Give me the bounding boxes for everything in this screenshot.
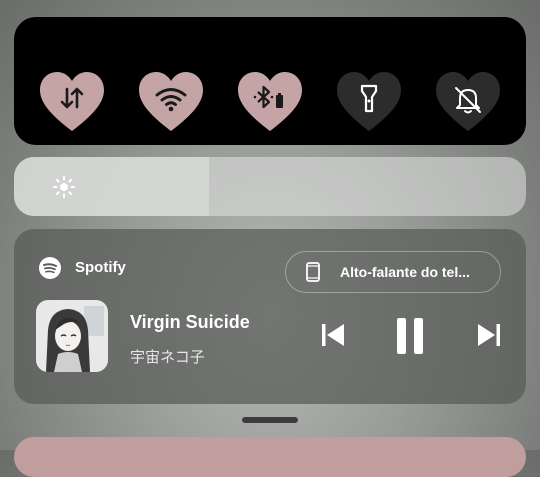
app-name: Spotify <box>75 259 126 276</box>
notification-card-peek[interactable] <box>14 437 526 477</box>
expand-handle[interactable] <box>242 417 298 423</box>
tile-bluetooth[interactable] <box>236 71 304 135</box>
phone-icon <box>306 262 320 282</box>
quick-settings-panel <box>14 17 526 145</box>
flashlight-icon <box>360 84 378 113</box>
mobile-data-icon <box>60 87 84 109</box>
output-device-label: Alto-falante do tel... <box>340 264 470 280</box>
pause-icon[interactable] <box>394 317 426 355</box>
album-art[interactable] <box>36 300 108 372</box>
spotify-icon <box>39 257 61 279</box>
previous-icon[interactable] <box>320 321 346 349</box>
bluetooth-icon <box>253 85 283 109</box>
wifi-icon <box>155 88 187 112</box>
next-icon[interactable] <box>476 321 502 349</box>
brightness-level-fill <box>14 157 209 216</box>
output-device-button[interactable]: Alto-falante do tel... <box>285 251 501 293</box>
album-art-image <box>36 300 108 372</box>
track-artist: 宇宙ネコ子 <box>130 349 205 366</box>
tile-do-not-disturb[interactable] <box>434 71 502 135</box>
brightness-slider[interactable] <box>14 157 526 216</box>
brightness-icon <box>53 176 75 198</box>
tile-mobile-data[interactable] <box>38 71 106 135</box>
track-title: Virgin Suicide <box>130 312 250 332</box>
media-player-card: Spotify Alto-falante do tel... Virgin Su… <box>14 229 526 404</box>
tile-flashlight[interactable] <box>335 71 403 135</box>
bell-off-icon <box>455 87 481 114</box>
tile-wifi[interactable] <box>137 71 205 135</box>
